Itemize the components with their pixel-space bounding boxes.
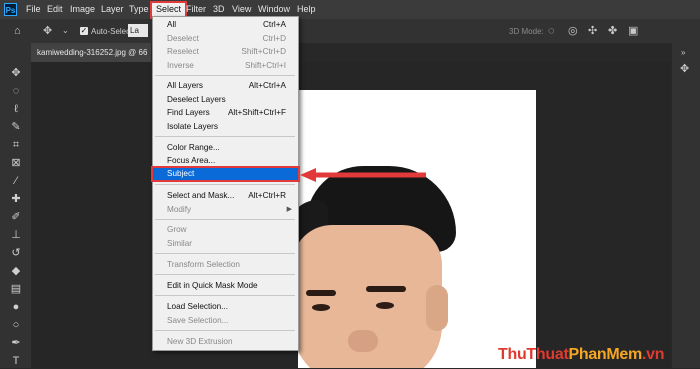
3d-mode-label: 3D Mode: [509, 27, 544, 36]
menu-item-inverse[interactable]: Inverse Shift+Ctrl+I [153, 60, 298, 72]
move-tool-icon[interactable]: ✥ [43, 25, 52, 37]
menu-separator [155, 274, 295, 275]
right-eye [376, 302, 394, 309]
menu-item-new-3d-extrusion[interactable]: New 3D Extrusion [153, 336, 298, 348]
annotation-arrow-icon [300, 168, 426, 182]
menu-item-load-selection[interactable]: Load Selection... [153, 301, 298, 313]
auto-select-dropdown[interactable]: La [128, 24, 148, 37]
home-icon[interactable]: ⌂ [14, 25, 21, 37]
left-eye [312, 304, 330, 311]
right-panel-strip: » ✥ [672, 43, 700, 368]
menu-help[interactable]: Help [297, 4, 316, 14]
dodge-tool-icon[interactable]: ○ [8, 317, 24, 333]
brush-tool-icon[interactable]: ✐ [8, 209, 24, 225]
move-tool-icon[interactable]: ✥ [8, 65, 24, 81]
menu-item-focus-area[interactable]: Focus Area... [153, 155, 298, 167]
panel-icon[interactable]: ✥ [680, 63, 689, 75]
menu-item-quick-mask[interactable]: Edit in Quick Mask Mode [153, 280, 298, 292]
watermark-part-1: ThuThuat [498, 346, 569, 363]
menu-separator [155, 184, 295, 185]
menu-edit[interactable]: Edit [47, 4, 63, 14]
menu-layer[interactable]: Layer [101, 4, 124, 14]
menu-item-deselect[interactable]: Deselect Ctrl+D [153, 33, 298, 45]
document-tab[interactable]: kamiwedding-316252.jpg @ 66 [31, 43, 151, 62]
menu-item-subject[interactable]: Subject [151, 166, 300, 182]
crop-tool-icon[interactable]: ⌗ [8, 137, 24, 153]
menu-item-all-layers[interactable]: All Layers Alt+Ctrl+A [153, 80, 298, 92]
menu-item-isolate-layers[interactable]: Isolate Layers [153, 121, 298, 133]
menu-image[interactable]: Image [70, 4, 95, 14]
menu-item-grow[interactable]: Grow [153, 224, 298, 236]
frame-tool-icon[interactable]: ⊠ [8, 155, 24, 171]
options-bar: ⌂ ✥ ⌄ ✓ Auto-Select: La 3D Mode: ◌ ◎ ✣ ✤… [0, 19, 700, 44]
submenu-arrow-icon: ▶ [286, 206, 292, 213]
menu-item-similar[interactable]: Similar [153, 238, 298, 250]
menu-item-transform-selection[interactable]: Transform Selection [153, 259, 298, 271]
menu-item-find-layers[interactable]: Find Layers Alt+Shift+Ctrl+F [153, 107, 298, 119]
menu-item-deselect-layers[interactable]: Deselect Layers [153, 94, 298, 106]
3d-pan-icon[interactable]: ✣ [588, 25, 597, 37]
type-tool-icon[interactable]: T [8, 353, 24, 369]
menu-separator [155, 330, 295, 331]
watermark-part-3: .vn [641, 346, 665, 363]
menu-window[interactable]: Window [258, 4, 290, 14]
auto-select-checkbox[interactable]: ✓ [80, 27, 88, 35]
menu-item-reselect[interactable]: Reselect Shift+Ctrl+D [153, 46, 298, 58]
menu-separator [155, 253, 295, 254]
menu-item-select-and-mask[interactable]: Select and Mask... Alt+Ctrl+R [153, 190, 298, 202]
collapse-panels-icon[interactable]: » [681, 47, 685, 59]
lasso-tool-icon[interactable]: ℓ [8, 101, 24, 117]
eyedropper-tool-icon[interactable]: ⁄ [8, 173, 24, 189]
tools-panel: ✥ ◌ ℓ ✎ ⌗ ⊠ ⁄ ✚ ✐ ⊥ ↺ ◆ ▤ ● ○ ✒ T [0, 43, 32, 368]
eraser-tool-icon[interactable]: ◆ [8, 263, 24, 279]
blur-tool-icon[interactable]: ● [8, 299, 24, 315]
document-tab-bar: kamiwedding-316252.jpg @ 66 [31, 43, 700, 62]
chevron-down-icon[interactable]: ⌄ [62, 25, 69, 37]
left-eyebrow [306, 290, 336, 296]
menu-separator [155, 219, 295, 220]
watermark: ThuThuatPhanMem.vn [498, 346, 664, 364]
menu-file[interactable]: File [26, 4, 41, 14]
history-brush-tool-icon[interactable]: ↺ [8, 245, 24, 261]
menu-bar: Ps File Edit Image Layer Type Select Fil… [0, 0, 700, 20]
gradient-tool-icon[interactable]: ▤ [8, 281, 24, 297]
menu-separator [155, 295, 295, 296]
menu-item-all[interactable]: All Ctrl+A [153, 19, 298, 31]
pen-tool-icon[interactable]: ✒ [8, 335, 24, 351]
menu-view[interactable]: View [232, 4, 251, 14]
photoshop-logo: Ps [4, 3, 17, 16]
watermark-part-2: PhanMem [568, 346, 642, 363]
menu-item-modify[interactable]: Modify ▶ [153, 204, 298, 216]
3d-camera-icon[interactable]: ▣ [628, 25, 638, 37]
menu-filter[interactable]: Filter [186, 4, 206, 14]
3d-roll-icon[interactable]: ◎ [568, 25, 578, 37]
ear-shape [426, 285, 448, 331]
nose-shape [348, 330, 378, 352]
3d-orbit-icon[interactable]: ◌ [548, 25, 555, 37]
clone-stamp-tool-icon[interactable]: ⊥ [8, 227, 24, 243]
select-menu-dropdown: All Ctrl+A Deselect Ctrl+D Reselect Shift+C… [151, 16, 300, 351]
right-eyebrow [366, 286, 406, 292]
menu-3d[interactable]: 3D [213, 4, 225, 14]
quick-selection-tool-icon[interactable]: ✎ [8, 119, 24, 135]
menu-type[interactable]: Type [129, 4, 149, 14]
healing-brush-tool-icon[interactable]: ✚ [8, 191, 24, 207]
menu-separator [155, 75, 295, 76]
menu-item-color-range[interactable]: Color Range... [153, 142, 298, 154]
menu-separator [155, 136, 295, 137]
3d-slide-icon[interactable]: ✤ [608, 25, 617, 37]
document-image [298, 90, 536, 368]
marquee-tool-icon[interactable]: ◌ [8, 83, 24, 99]
menu-item-save-selection[interactable]: Save Selection... [153, 315, 298, 327]
